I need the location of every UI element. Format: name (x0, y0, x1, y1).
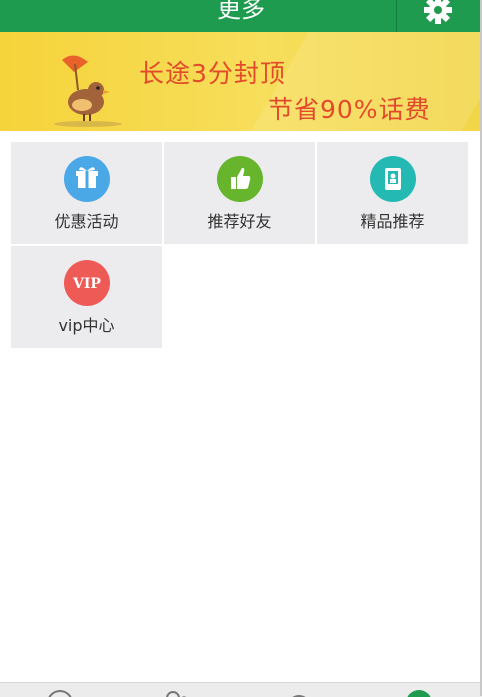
settings-button[interactable] (420, 0, 456, 28)
menu-item-label: 推荐好友 (207, 212, 272, 231)
menu-item-promotions[interactable]: 优惠活动 (11, 142, 162, 244)
svg-text:VIP: VIP (72, 276, 101, 292)
gear-icon (424, 0, 452, 24)
top-bar: 更多 (0, 0, 482, 32)
menu-item-featured[interactable]: 精品推荐 (317, 142, 468, 244)
app-icon (369, 156, 416, 202)
menu-item-label: vip中心 (58, 316, 115, 335)
gift-icon (63, 156, 110, 202)
menu-item-label: 精品推荐 (360, 212, 425, 231)
banner-text-line1: 长途3分封顶 (139, 59, 286, 88)
menu-item-vip[interactable]: VIP vip中心 (11, 246, 162, 348)
menu-item-label: 优惠活动 (54, 212, 119, 231)
header-divider (396, 0, 397, 32)
page-title: 更多 (217, 0, 265, 23)
menu-item-refer-friends[interactable]: 推荐好友 (164, 142, 315, 244)
bird-umbrella-icon (54, 55, 122, 127)
thumbs-up-icon (216, 156, 263, 202)
vip-icon: VIP (63, 260, 110, 306)
promo-banner[interactable]: 长途3分封顶 节省90%话费 (0, 32, 482, 131)
bottom-tab-bar (0, 682, 482, 697)
banner-text-line2: 节省90%话费 (268, 95, 431, 124)
